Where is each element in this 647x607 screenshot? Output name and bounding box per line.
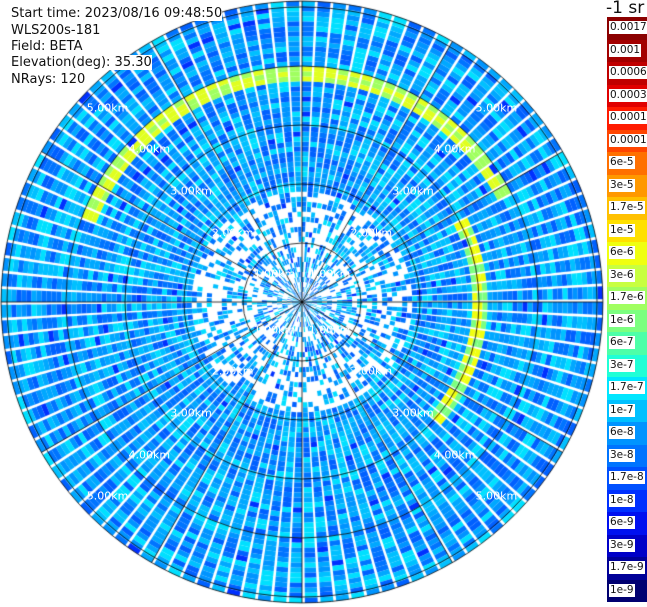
range-ring-label: 4.00km	[433, 142, 476, 156]
colorbar-segment: 0.0001	[607, 129, 647, 152]
range-ring-label: 3.00km	[392, 406, 434, 420]
colorbar-tick-label: 0.0006	[609, 66, 647, 79]
colorbar-segment: 6e-6	[607, 242, 647, 265]
range-ring-label: 1.00km	[253, 323, 296, 337]
colorbar-segment: 6e-5	[607, 152, 647, 175]
colorbar-segment: 6e-8	[607, 422, 647, 445]
colorbar-segment: 1.7e-7	[607, 377, 647, 400]
range-ring-label: 5.00km	[86, 489, 129, 503]
colorbar-segment: 3e-7	[607, 354, 647, 377]
colorbar-segment: 0.0017	[607, 17, 647, 40]
colorbar-tick-label: 6e-9	[609, 516, 635, 529]
colorbar-segment: 1e-9	[607, 579, 647, 602]
colorbar-segment: 0.00017	[607, 107, 647, 130]
colorbar-tick-label: 1.7e-5	[609, 201, 645, 214]
colorbar-segment: 0.001	[607, 39, 647, 62]
range-ring-label: 2.00km	[350, 364, 393, 378]
colorbar-segment: 1.7e-5	[607, 197, 647, 220]
colorbar-segment: 1e-7	[607, 399, 647, 422]
range-ring-label: 3.00km	[392, 184, 434, 198]
range-ring-label: 4.00km	[433, 448, 476, 462]
colorbar-tick-label: 0.00017	[609, 111, 647, 124]
colorbar-tick-label: 0.0017	[609, 21, 647, 34]
range-ring-label: 5.00km	[475, 489, 518, 503]
colorbar-tick-label: 3e-5	[609, 178, 635, 192]
colorbar-segment: 1.7e-9	[607, 557, 647, 580]
colorbar-segment: 1.7e-6	[607, 287, 647, 310]
colorbar-segment: 3e-9	[607, 534, 647, 557]
colorbar-tick-label: 3e-8	[609, 448, 635, 462]
range-ring-label: 1.00km	[308, 267, 351, 281]
start-time: Start time: 2023/08/16 09:48:50	[11, 6, 223, 21]
range-ring-label: 3.00km	[170, 184, 212, 198]
range-ring-label: 1.00km	[253, 267, 296, 281]
range-ring-label: 1.00km	[308, 323, 351, 337]
colorbar-tick-label: 1e-8	[609, 493, 635, 507]
colorbar-tick-label: 6e-5	[609, 156, 635, 169]
colorbar-tick-label: 6e-6	[609, 246, 635, 259]
colorbar-segment: 3e-5	[607, 174, 647, 197]
range-ring-label: 4.00km	[128, 142, 171, 156]
colorbar-segment: 0.0003	[607, 84, 647, 107]
colorbar-tick-label: 0.0003	[609, 88, 647, 102]
range-ring-label: 2.00km	[211, 226, 254, 240]
colorbar: 0.0017 0.001 0.0006 0.0003 0.00017 0.0001 6e-5…	[607, 17, 647, 602]
colorbar-tick-label: 3e-7	[609, 358, 635, 372]
colorbar-segment: 1.7e-8	[607, 467, 647, 490]
colorbar-tick-label: 1.7e-8	[609, 471, 645, 484]
colorbar-segment: 0.0006	[607, 62, 647, 85]
colorbar-segment: 3e-8	[607, 444, 647, 467]
colorbar-tick-label: 6e-7	[609, 336, 635, 349]
range-ring-label: 5.00km	[475, 101, 518, 115]
ppi-plot	[0, 0, 606, 607]
colorbar-tick-label: 1e-5	[609, 223, 635, 237]
range-ring-label: 2.00km	[211, 364, 254, 378]
colorbar-unit: -1 sr	[606, 0, 645, 18]
colorbar-tick-label: 0.001	[609, 43, 642, 57]
colorbar-tick-label: 1e-6	[609, 313, 635, 327]
colorbar-segment: 1e-8	[607, 489, 647, 512]
colorbar-tick-label: 1.7e-9	[609, 561, 645, 574]
colorbar-segment: 6e-7	[607, 332, 647, 355]
colorbar-segment: 1e-6	[607, 309, 647, 332]
colorbar-tick-label: 1.7e-6	[609, 291, 645, 304]
colorbar-tick-label: 1.7e-7	[609, 381, 645, 394]
colorbar-segment: 6e-9	[607, 512, 647, 535]
colorbar-segment: 3e-6	[607, 264, 647, 287]
colorbar-tick-label: 1e-7	[609, 403, 635, 417]
range-ring-label: 5.00km	[86, 101, 129, 115]
range-ring-label: 4.00km	[128, 448, 171, 462]
elevation: Elevation(deg): 35.30	[11, 55, 152, 70]
colorbar-tick-label: 0.0001	[609, 133, 647, 147]
field-name: Field: BETA	[11, 39, 83, 54]
colorbar-tick-label: 6e-8	[609, 426, 635, 439]
colorbar-tick-label: 3e-6	[609, 268, 635, 282]
colorbar-tick-label: 3e-9	[609, 538, 635, 552]
colorbar-segment: 1e-5	[607, 219, 647, 242]
range-ring-label: 3.00km	[170, 406, 212, 420]
instrument-name: WLS200s-181	[11, 23, 101, 38]
nrays: NRays: 120	[11, 72, 86, 87]
colorbar-tick-label: 1e-9	[609, 583, 635, 597]
range-ring-label: 2.00km	[350, 226, 393, 240]
